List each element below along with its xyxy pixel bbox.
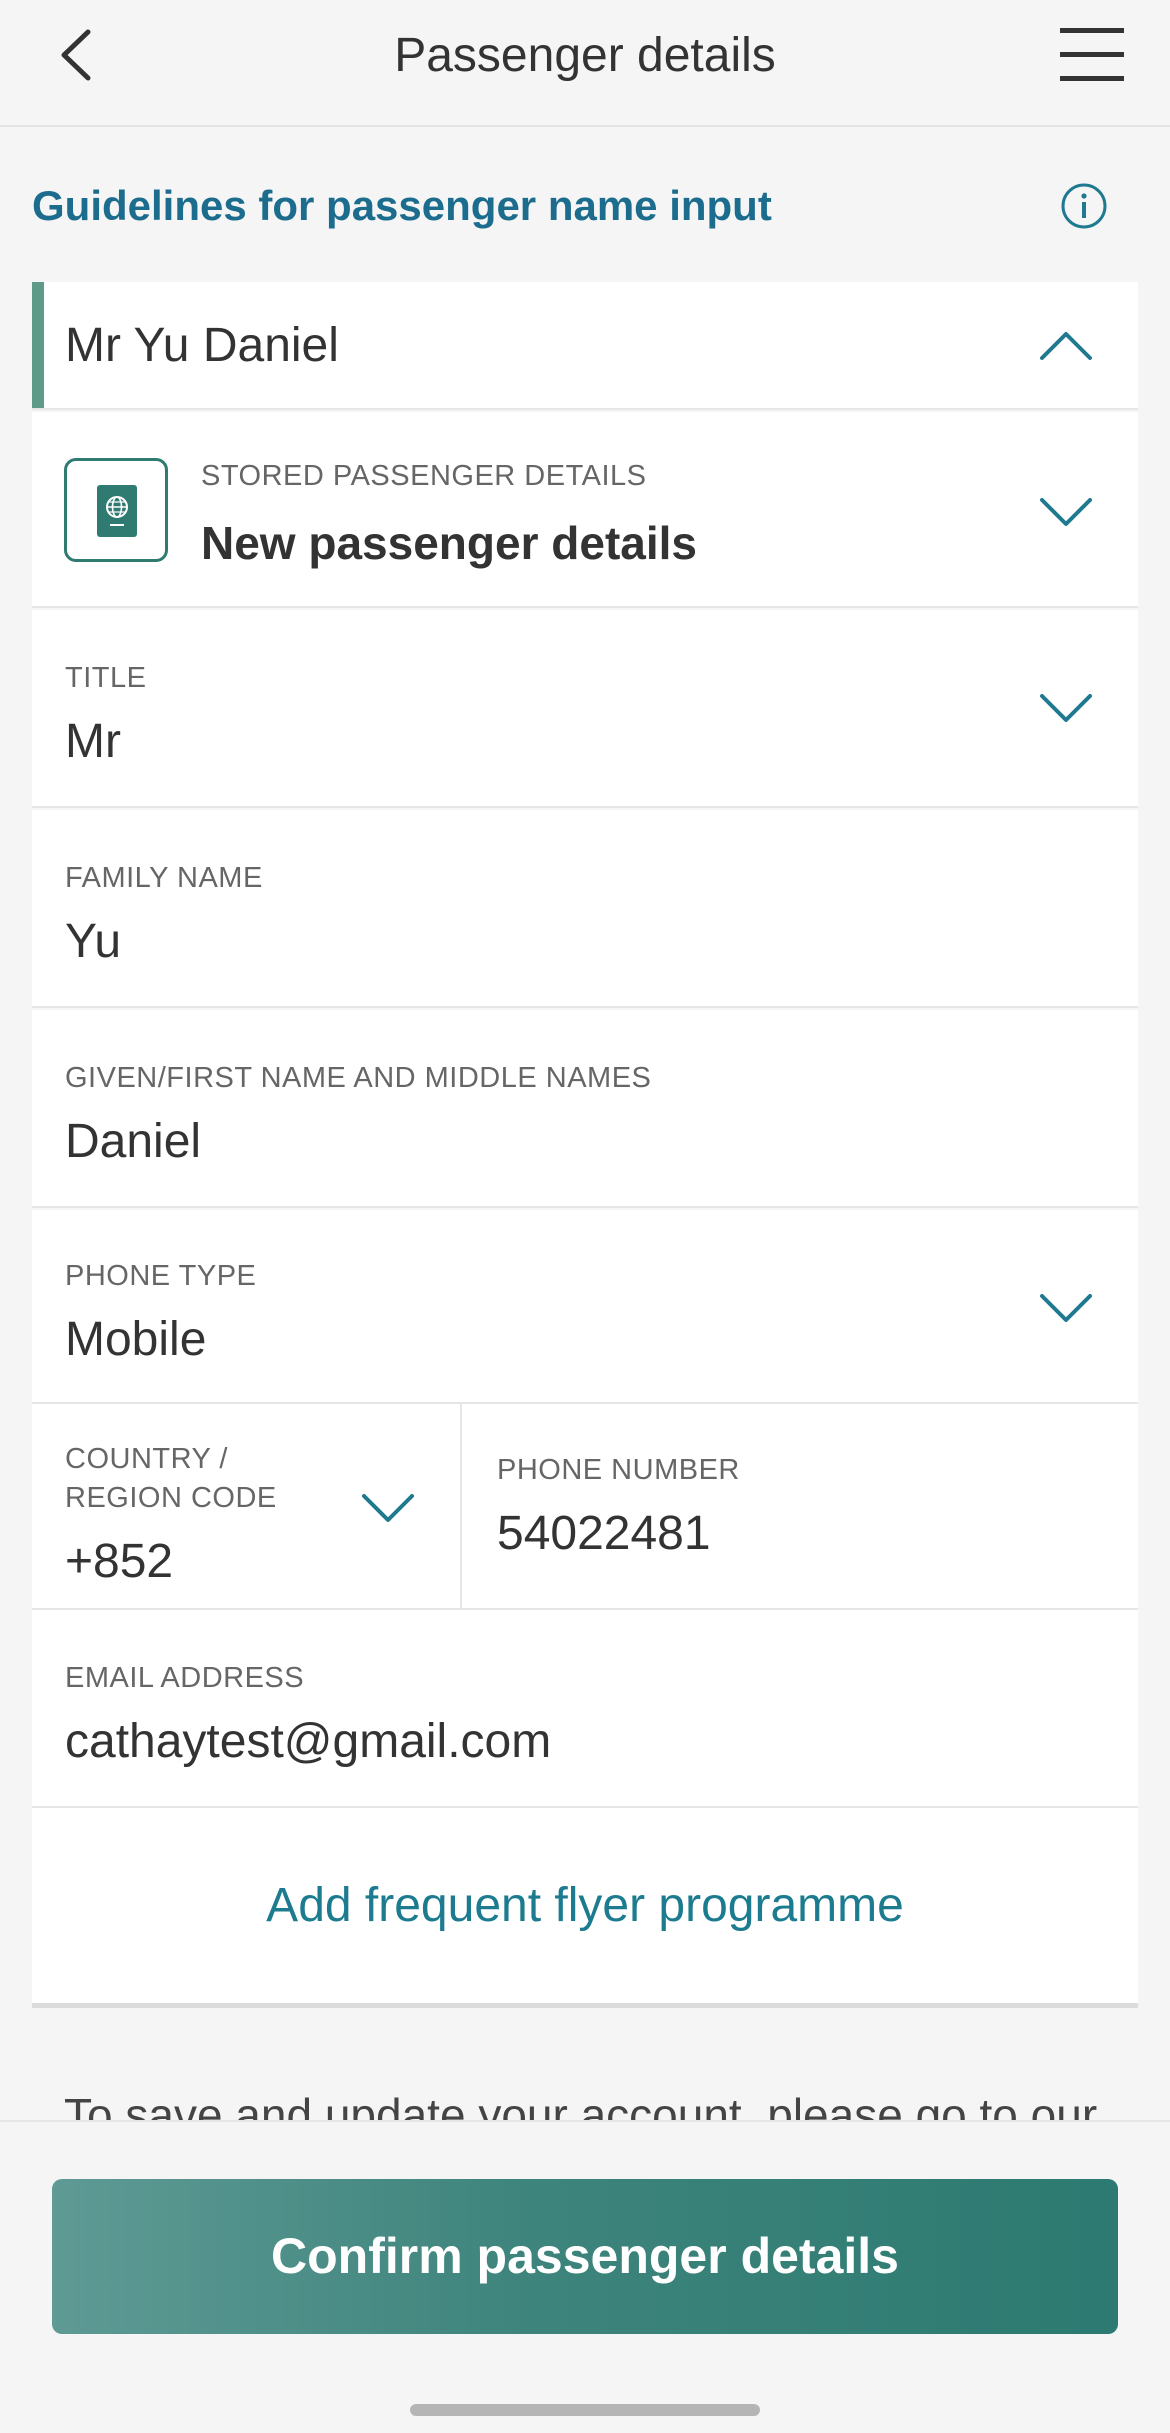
stored-passenger-select[interactable]: STORED PASSENGER DETAILS New passenger d…	[32, 412, 1138, 608]
email-label: EMAIL ADDRESS	[65, 1662, 305, 1694]
chevron-down-icon[interactable]	[360, 1490, 416, 1526]
title-label: TITLE	[65, 662, 147, 694]
chevron-down-icon[interactable]	[1038, 690, 1094, 726]
country-code-label: COUNTRY / REGION CODE	[65, 1443, 277, 1514]
hamburger-menu-icon	[1060, 28, 1124, 81]
phone-type-value: Mobile	[65, 1313, 207, 1366]
passenger-name: Mr Yu Daniel	[65, 319, 339, 372]
top-nav-bar: Passenger details	[0, 0, 1170, 127]
phone-type-label: PHONE TYPE	[65, 1260, 257, 1292]
passenger-accordion-header[interactable]: Mr Yu Daniel	[32, 282, 1138, 410]
email-field[interactable]: EMAIL ADDRESS cathaytest@gmail.com	[32, 1610, 1138, 1808]
guidelines-link[interactable]: Guidelines for passenger name input	[32, 176, 1138, 236]
add-frequent-flyer-link[interactable]: Add frequent flyer programme	[32, 1878, 1138, 1933]
title-value: Mr	[65, 715, 121, 768]
guidelines-label: Guidelines for passenger name input	[32, 182, 772, 229]
given-name-label: GIVEN/FIRST NAME AND MIDDLE NAMES	[65, 1062, 652, 1094]
info-icon[interactable]	[1060, 182, 1108, 230]
chevron-down-icon[interactable]	[1038, 494, 1094, 530]
family-name-value[interactable]: Yu	[65, 914, 121, 969]
menu-button[interactable]	[1058, 24, 1126, 84]
country-code-value: +852	[65, 1535, 174, 1588]
bottom-action-bar: Confirm passenger details	[0, 2120, 1170, 2433]
phone-number-field[interactable]: PHONE NUMBER 54022481	[464, 1404, 1138, 1608]
ffp-row: Add frequent flyer programme	[32, 1808, 1138, 2008]
home-indicator[interactable]	[410, 2404, 760, 2416]
chevron-down-icon[interactable]	[1038, 1290, 1094, 1326]
phone-number-value[interactable]: 54022481	[497, 1506, 711, 1561]
stored-details-label: STORED PASSENGER DETAILS	[201, 460, 647, 492]
phone-number-label: PHONE NUMBER	[497, 1454, 740, 1486]
page-title: Passenger details	[394, 29, 776, 82]
chevron-up-icon[interactable]	[1038, 328, 1094, 364]
given-name-field[interactable]: GIVEN/FIRST NAME AND MIDDLE NAMES Daniel	[32, 1010, 1138, 1208]
country-code-select[interactable]: COUNTRY / REGION CODE +852	[32, 1404, 462, 1608]
family-name-label: FAMILY NAME	[65, 862, 263, 894]
phone-row: COUNTRY / REGION CODE +852 PHONE NUMBER …	[32, 1404, 1138, 1610]
title-select[interactable]: TITLE Mr	[32, 610, 1138, 808]
given-name-value[interactable]: Daniel	[65, 1114, 201, 1169]
stored-details-value: New passenger details	[201, 517, 697, 569]
active-indicator-bar	[32, 282, 44, 408]
confirm-passenger-details-button[interactable]: Confirm passenger details	[52, 2179, 1118, 2334]
phone-type-select[interactable]: PHONE TYPE Mobile	[32, 1210, 1138, 1404]
passport-icon	[64, 458, 168, 562]
family-name-field[interactable]: FAMILY NAME Yu	[32, 810, 1138, 1008]
globe-icon	[106, 496, 128, 526]
email-value[interactable]: cathaytest@gmail.com	[65, 1714, 551, 1769]
